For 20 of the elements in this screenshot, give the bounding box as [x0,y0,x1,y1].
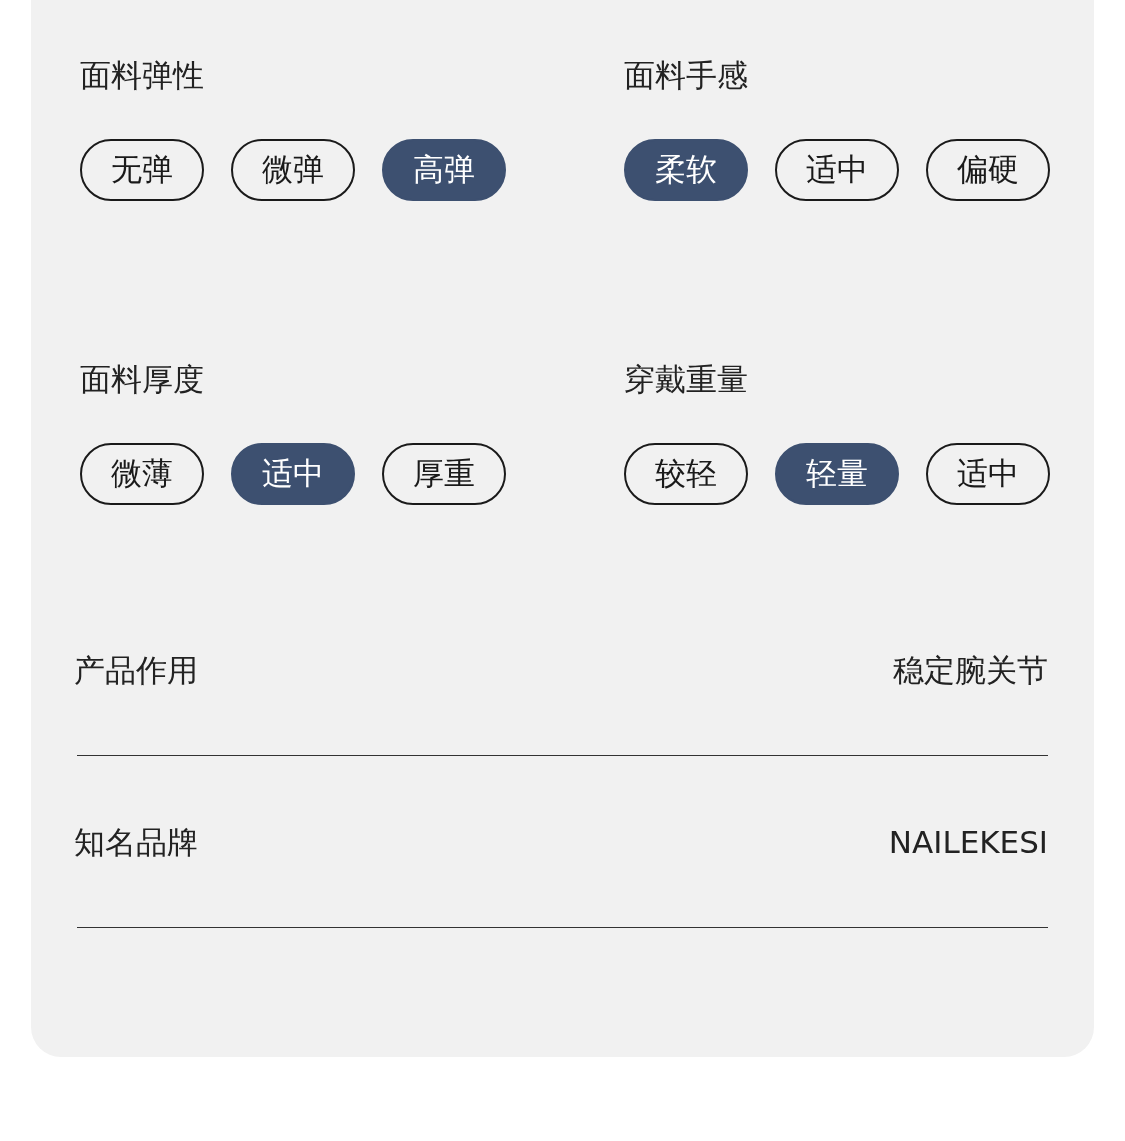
attribute-title: 面料厚度 [80,361,205,397]
spec-label: 知名品牌 [74,824,198,860]
spec-value: 稳定腕关节 [893,652,1048,688]
attribute-title: 穿戴重量 [624,361,749,397]
option-chip[interactable]: 厚重 [382,443,506,505]
option-chip[interactable]: 微弹 [231,139,355,201]
option-chip[interactable]: 适中 [231,443,355,505]
spec-label: 产品作用 [74,652,198,688]
option-chip[interactable]: 高弹 [382,139,506,201]
option-chip[interactable]: 无弹 [80,139,204,201]
option-chip[interactable]: 适中 [775,139,899,201]
option-chip[interactable]: 偏硬 [926,139,1050,201]
option-chip[interactable]: 较轻 [624,443,748,505]
spec-value: NAILEKESI [888,824,1048,860]
option-chip[interactable]: 柔软 [624,139,748,201]
attribute-title: 面料弹性 [80,57,205,93]
option-chip[interactable]: 轻量 [775,443,899,505]
attribute-title: 面料手感 [624,57,749,93]
option-chip[interactable]: 适中 [926,443,1050,505]
option-chip[interactable]: 微薄 [80,443,204,505]
